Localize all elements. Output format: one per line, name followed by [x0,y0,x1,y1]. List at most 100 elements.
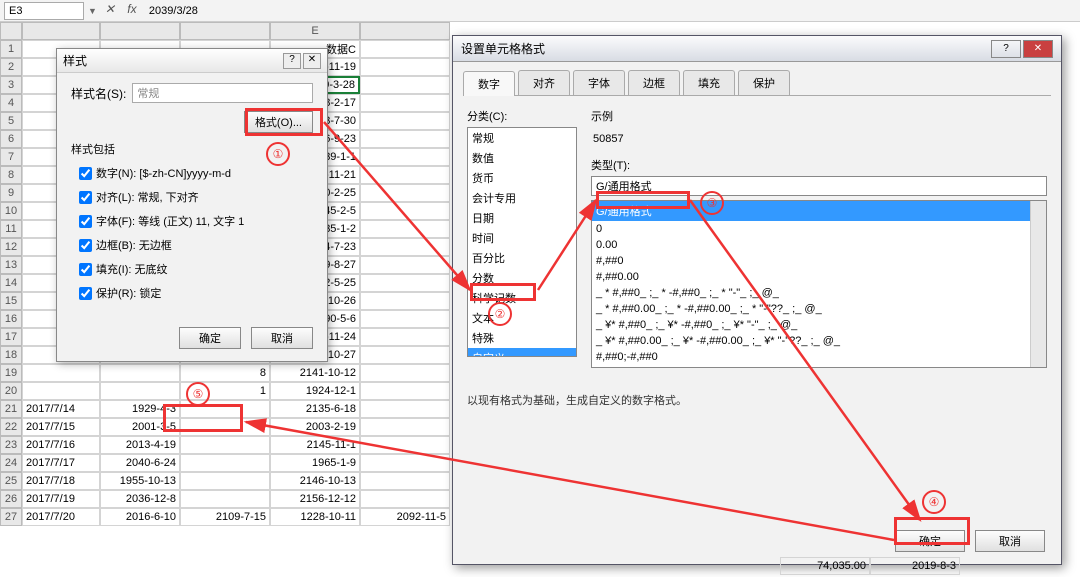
cell[interactable]: 2017/7/16 [22,436,100,454]
cell[interactable] [360,436,450,454]
cell[interactable] [180,472,270,490]
cell[interactable]: 2109-7-15 [180,508,270,526]
cell[interactable] [360,292,450,310]
cell[interactable] [360,274,450,292]
cell[interactable]: 1965-1-9 [270,454,360,472]
category-item[interactable]: 百分比 [468,248,576,268]
style-name-input[interactable] [132,83,313,103]
checkbox[interactable] [79,215,92,228]
category-item[interactable]: 时间 [468,228,576,248]
style-check[interactable]: 数字(N): [$-zh-CN]yyyy-m-d [79,165,313,181]
cell[interactable] [360,256,450,274]
type-item[interactable]: 0.00 [592,237,1046,253]
type-item[interactable]: #,##0;-#,##0 [592,349,1046,365]
cell[interactable] [360,328,450,346]
cell[interactable]: 1228-10-11 [270,508,360,526]
cell[interactable] [360,166,450,184]
formula-input[interactable] [145,2,1076,20]
type-input[interactable] [591,176,1047,196]
help-icon[interactable]: ? [283,53,301,69]
checkbox[interactable] [79,167,92,180]
cell[interactable] [22,364,100,382]
cell[interactable]: 2017/7/17 [22,454,100,472]
cell[interactable] [180,490,270,508]
cell[interactable] [360,112,450,130]
type-item[interactable]: _ ¥* #,##0.00_ ;_ ¥* -#,##0.00_ ;_ ¥* "-… [592,333,1046,349]
cell[interactable]: 2156-12-12 [270,490,360,508]
category-item[interactable]: 会计专用 [468,188,576,208]
cell[interactable] [360,94,450,112]
cell[interactable]: 2017/7/19 [22,490,100,508]
cell[interactable] [360,58,450,76]
cell[interactable] [180,418,270,436]
cell[interactable] [22,382,100,400]
close-icon[interactable]: ✕ [303,53,321,69]
ok-button[interactable]: 确定 [179,327,241,349]
cell[interactable] [360,346,450,364]
cell[interactable]: 2145-11-1 [270,436,360,454]
cell[interactable]: 2036-12-8 [100,490,180,508]
cell[interactable] [180,436,270,454]
scrollbar[interactable] [1030,201,1046,367]
cell[interactable] [360,148,450,166]
style-check[interactable]: 字体(F): 等线 (正文) 11, 文字 1 [79,213,313,229]
cell[interactable] [360,130,450,148]
tab-保护[interactable]: 保护 [738,70,790,95]
cell[interactable]: 1929-4-3 [100,400,180,418]
type-item[interactable]: #,##0.00 [592,269,1046,285]
style-check[interactable]: 保护(R): 锁定 [79,285,313,301]
help-icon[interactable]: ? [991,40,1021,58]
tab-对齐[interactable]: 对齐 [518,70,570,95]
type-item[interactable]: #,##0;[红色]-#,##0 [592,365,1046,368]
tab-字体[interactable]: 字体 [573,70,625,95]
dropdown-icon[interactable]: ▼ [88,6,97,16]
cell[interactable]: 2017/7/20 [22,508,100,526]
checkbox[interactable] [79,239,92,252]
category-item[interactable]: 数值 [468,148,576,168]
cell[interactable] [360,400,450,418]
close-icon[interactable]: ✕ [1023,40,1053,58]
cell[interactable] [360,76,450,94]
tab-数字[interactable]: 数字 [463,71,515,96]
style-check[interactable]: 边框(B): 无边框 [79,237,313,253]
type-item[interactable]: _ ¥* #,##0_ ;_ ¥* -#,##0_ ;_ ¥* "-"_ ;_ … [592,317,1046,333]
name-box[interactable]: E3 [4,2,84,20]
cancel-button[interactable]: 取消 [251,327,313,349]
cell[interactable] [360,382,450,400]
cancel-button[interactable]: 取消 [975,530,1045,552]
cell[interactable]: 1 [180,382,270,400]
type-list[interactable]: G/通用格式00.00#,##0#,##0.00_ * #,##0_ ;_ * … [591,200,1047,368]
format-button[interactable]: 格式(O)... [244,111,313,133]
ok-button[interactable]: 确定 [895,530,965,552]
category-list[interactable]: 常规数值货币会计专用日期时间百分比分数科学记数文本特殊自定义 [467,127,577,357]
category-item[interactable]: 文本 [468,308,576,328]
cell[interactable] [360,310,450,328]
cell[interactable] [360,454,450,472]
cell[interactable] [180,454,270,472]
category-item[interactable]: 日期 [468,208,576,228]
fx-icon[interactable]: fx [123,2,141,20]
cancel-icon[interactable]: ✕ [101,2,119,20]
type-item[interactable]: _ * #,##0_ ;_ * -#,##0_ ;_ * "-"_ ;_ @_ [592,285,1046,301]
cell[interactable] [360,364,450,382]
category-item[interactable]: 常规 [468,128,576,148]
style-check[interactable]: 对齐(L): 常规, 下对齐 [79,189,313,205]
category-item[interactable]: 自定义 [468,348,576,357]
category-item[interactable]: 货币 [468,168,576,188]
type-item[interactable]: #,##0 [592,253,1046,269]
cell[interactable] [360,490,450,508]
checkbox[interactable] [79,191,92,204]
cell[interactable]: 1924-12-1 [270,382,360,400]
cell[interactable] [360,238,450,256]
checkbox[interactable] [79,287,92,300]
cell[interactable]: 2017/7/15 [22,418,100,436]
cell[interactable] [360,40,450,58]
category-item[interactable]: 科学记数 [468,288,576,308]
cell[interactable]: 2092-11-5 [360,508,450,526]
cell[interactable]: 2013-4-19 [100,436,180,454]
type-item[interactable]: 0 [592,221,1046,237]
cell[interactable]: 2017/7/14 [22,400,100,418]
cell[interactable]: 2141-10-12 [270,364,360,382]
category-item[interactable]: 分数 [468,268,576,288]
cell[interactable]: 2017/7/18 [22,472,100,490]
